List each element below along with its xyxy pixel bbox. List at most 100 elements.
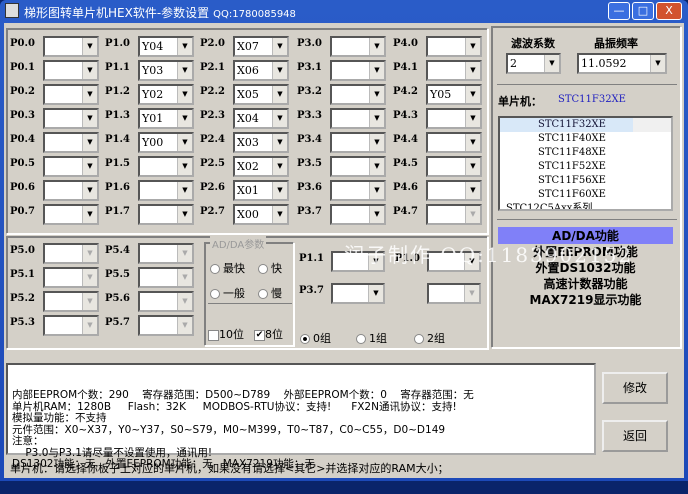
port-combo-p2-0[interactable]: X07 ▼ (233, 36, 289, 57)
chevron-down-icon[interactable]: ▼ (177, 38, 192, 55)
chevron-down-icon[interactable]: ▼ (272, 62, 287, 79)
chevron-down-icon[interactable]: ▼ (272, 110, 287, 127)
port-combo-p2-4[interactable]: X03 ▼ (233, 132, 289, 153)
port-combo-p4-3[interactable]: ▼ (426, 108, 482, 129)
chevron-down-icon[interactable]: ▼ (369, 158, 384, 175)
chevron-down-icon[interactable]: ▼ (177, 86, 192, 103)
chevron-down-icon[interactable]: ▼ (369, 38, 384, 55)
port-combo-p2-3[interactable]: X04 ▼ (233, 108, 289, 129)
port-combo-p1-4[interactable]: Y00 ▼ (138, 132, 194, 153)
port-combo-p1-2[interactable]: Y02 ▼ (138, 84, 194, 105)
port-combo-p0-0[interactable]: ▼ (43, 36, 99, 57)
port-combo-p3-0[interactable]: ▼ (330, 36, 386, 57)
chevron-down-icon[interactable]: ▼ (177, 206, 192, 223)
chevron-down-icon[interactable]: ▼ (369, 206, 384, 223)
tree-item[interactable]: STC11F56XE (500, 174, 671, 188)
port-combo-p0-1[interactable]: ▼ (43, 60, 99, 81)
port-combo-p1-5[interactable]: ▼ (138, 156, 194, 177)
speed-slow[interactable]: 慢 (258, 285, 282, 301)
port-combo-p4-1[interactable]: ▼ (426, 60, 482, 81)
port-combo-p1-7[interactable]: ▼ (138, 204, 194, 225)
port-combo-p2-7[interactable]: X00 ▼ (233, 204, 289, 225)
group1-radio[interactable]: 1组 (356, 330, 387, 346)
chevron-down-icon[interactable]: ▼ (369, 182, 384, 199)
chevron-down-icon[interactable]: ▼ (465, 206, 480, 223)
port-combo-p0-3[interactable]: ▼ (43, 108, 99, 129)
bits8-checkbox[interactable]: ✔ 8位 (254, 326, 283, 342)
chevron-down-icon[interactable]: ▼ (272, 86, 287, 103)
crystal-combo[interactable]: 11.0592 ▼ (577, 53, 667, 74)
port-combo-p2-1[interactable]: X06 ▼ (233, 60, 289, 81)
feature-max7219[interactable]: MAX7219显示功能 (498, 291, 673, 308)
speed-fast[interactable]: 快 (258, 260, 282, 276)
group0-radio[interactable]: 0组 (300, 330, 331, 346)
port-combo-p3-1[interactable]: ▼ (330, 60, 386, 81)
chevron-down-icon[interactable]: ▼ (272, 134, 287, 151)
chevron-down-icon[interactable]: ▼ (82, 134, 97, 151)
chevron-down-icon[interactable]: ▼ (82, 206, 97, 223)
chevron-down-icon[interactable]: ▼ (369, 62, 384, 79)
port-combo-p0-5[interactable]: ▼ (43, 156, 99, 177)
port-combo-p3-5[interactable]: ▼ (330, 156, 386, 177)
chevron-down-icon[interactable]: ▼ (82, 158, 97, 175)
chevron-down-icon[interactable]: ▼ (272, 206, 287, 223)
tree-item[interactable]: STC11F48XE (500, 146, 671, 160)
port-combo-p1-6[interactable]: ▼ (138, 180, 194, 201)
chevron-down-icon[interactable]: ▼ (82, 38, 97, 55)
port-combo-p3-6[interactable]: ▼ (330, 180, 386, 201)
chevron-down-icon[interactable]: ▼ (465, 62, 480, 79)
chevron-down-icon[interactable]: ▼ (177, 62, 192, 79)
port-combo-p2-5[interactable]: X02 ▼ (233, 156, 289, 177)
chevron-down-icon[interactable]: ▼ (465, 38, 480, 55)
port-combo-p2-2[interactable]: X05 ▼ (233, 84, 289, 105)
chevron-down-icon[interactable]: ▼ (465, 110, 480, 127)
speed-fastest[interactable]: 最快 (210, 260, 245, 276)
chevron-down-icon[interactable]: ▼ (177, 134, 192, 151)
port-combo-p3-2[interactable]: ▼ (330, 84, 386, 105)
chevron-down-icon[interactable]: ▼ (369, 110, 384, 127)
chevron-down-icon[interactable]: ▼ (272, 158, 287, 175)
maximize-button[interactable]: □ (632, 2, 654, 20)
chevron-down-icon[interactable]: ▼ (369, 134, 384, 151)
port-combo-p4-6[interactable]: ▼ (426, 180, 482, 201)
port-combo-p4-5[interactable]: ▼ (426, 156, 482, 177)
chevron-down-icon[interactable]: ▼ (369, 86, 384, 103)
port-combo-p1-3[interactable]: Y01 ▼ (138, 108, 194, 129)
chevron-down-icon[interactable]: ▼ (82, 110, 97, 127)
p37-combo[interactable]: ▼ (331, 283, 385, 304)
chevron-down-icon[interactable]: ▼ (465, 86, 480, 103)
mcu-tree[interactable]: STC11F32XE STC11F40XE STC11F48XE STC11F5… (498, 116, 673, 211)
group2-radio[interactable]: 2组 (414, 330, 445, 346)
chevron-down-icon[interactable]: ▼ (272, 38, 287, 55)
tree-item[interactable]: STC11F40XE (500, 132, 671, 146)
feature-counter[interactable]: 高速计数器功能 (498, 275, 673, 292)
chevron-down-icon[interactable]: ▼ (82, 182, 97, 199)
port-combo-p0-2[interactable]: ▼ (43, 84, 99, 105)
filter-combo[interactable]: 2 ▼ (506, 53, 561, 74)
minimize-button[interactable]: — (608, 2, 630, 20)
port-combo-p1-0[interactable]: Y04 ▼ (138, 36, 194, 57)
chevron-down-icon[interactable]: ▼ (272, 182, 287, 199)
port-combo-p0-7[interactable]: ▼ (43, 204, 99, 225)
bits10-checkbox[interactable]: 10位 (208, 326, 244, 342)
tree-item[interactable]: STC11F60XE (500, 188, 671, 202)
port-combo-p1-1[interactable]: Y03 ▼ (138, 60, 194, 81)
port-combo-p3-4[interactable]: ▼ (330, 132, 386, 153)
chevron-down-icon[interactable]: ▼ (465, 158, 480, 175)
port-combo-p3-3[interactable]: ▼ (330, 108, 386, 129)
tree-item[interactable]: STC11F52XE (500, 160, 671, 174)
chevron-down-icon[interactable]: ▼ (177, 158, 192, 175)
speed-normal[interactable]: 一般 (210, 285, 245, 301)
chevron-down-icon[interactable]: ▼ (177, 110, 192, 127)
chevron-down-icon[interactable]: ▼ (82, 86, 97, 103)
port-combo-p4-0[interactable]: ▼ (426, 36, 482, 57)
chevron-down-icon[interactable]: ▼ (177, 182, 192, 199)
port-combo-p0-4[interactable]: ▼ (43, 132, 99, 153)
tree-item[interactable]: STC12C5Axx系列 (500, 202, 671, 209)
port-combo-p4-4[interactable]: ▼ (426, 132, 482, 153)
port-combo-p0-6[interactable]: ▼ (43, 180, 99, 201)
port-combo-p4-2[interactable]: Y05 ▼ (426, 84, 482, 105)
tree-scrollbar[interactable] (633, 118, 671, 132)
back-button[interactable]: 返回 (602, 420, 668, 452)
close-button[interactable]: X (656, 2, 682, 20)
